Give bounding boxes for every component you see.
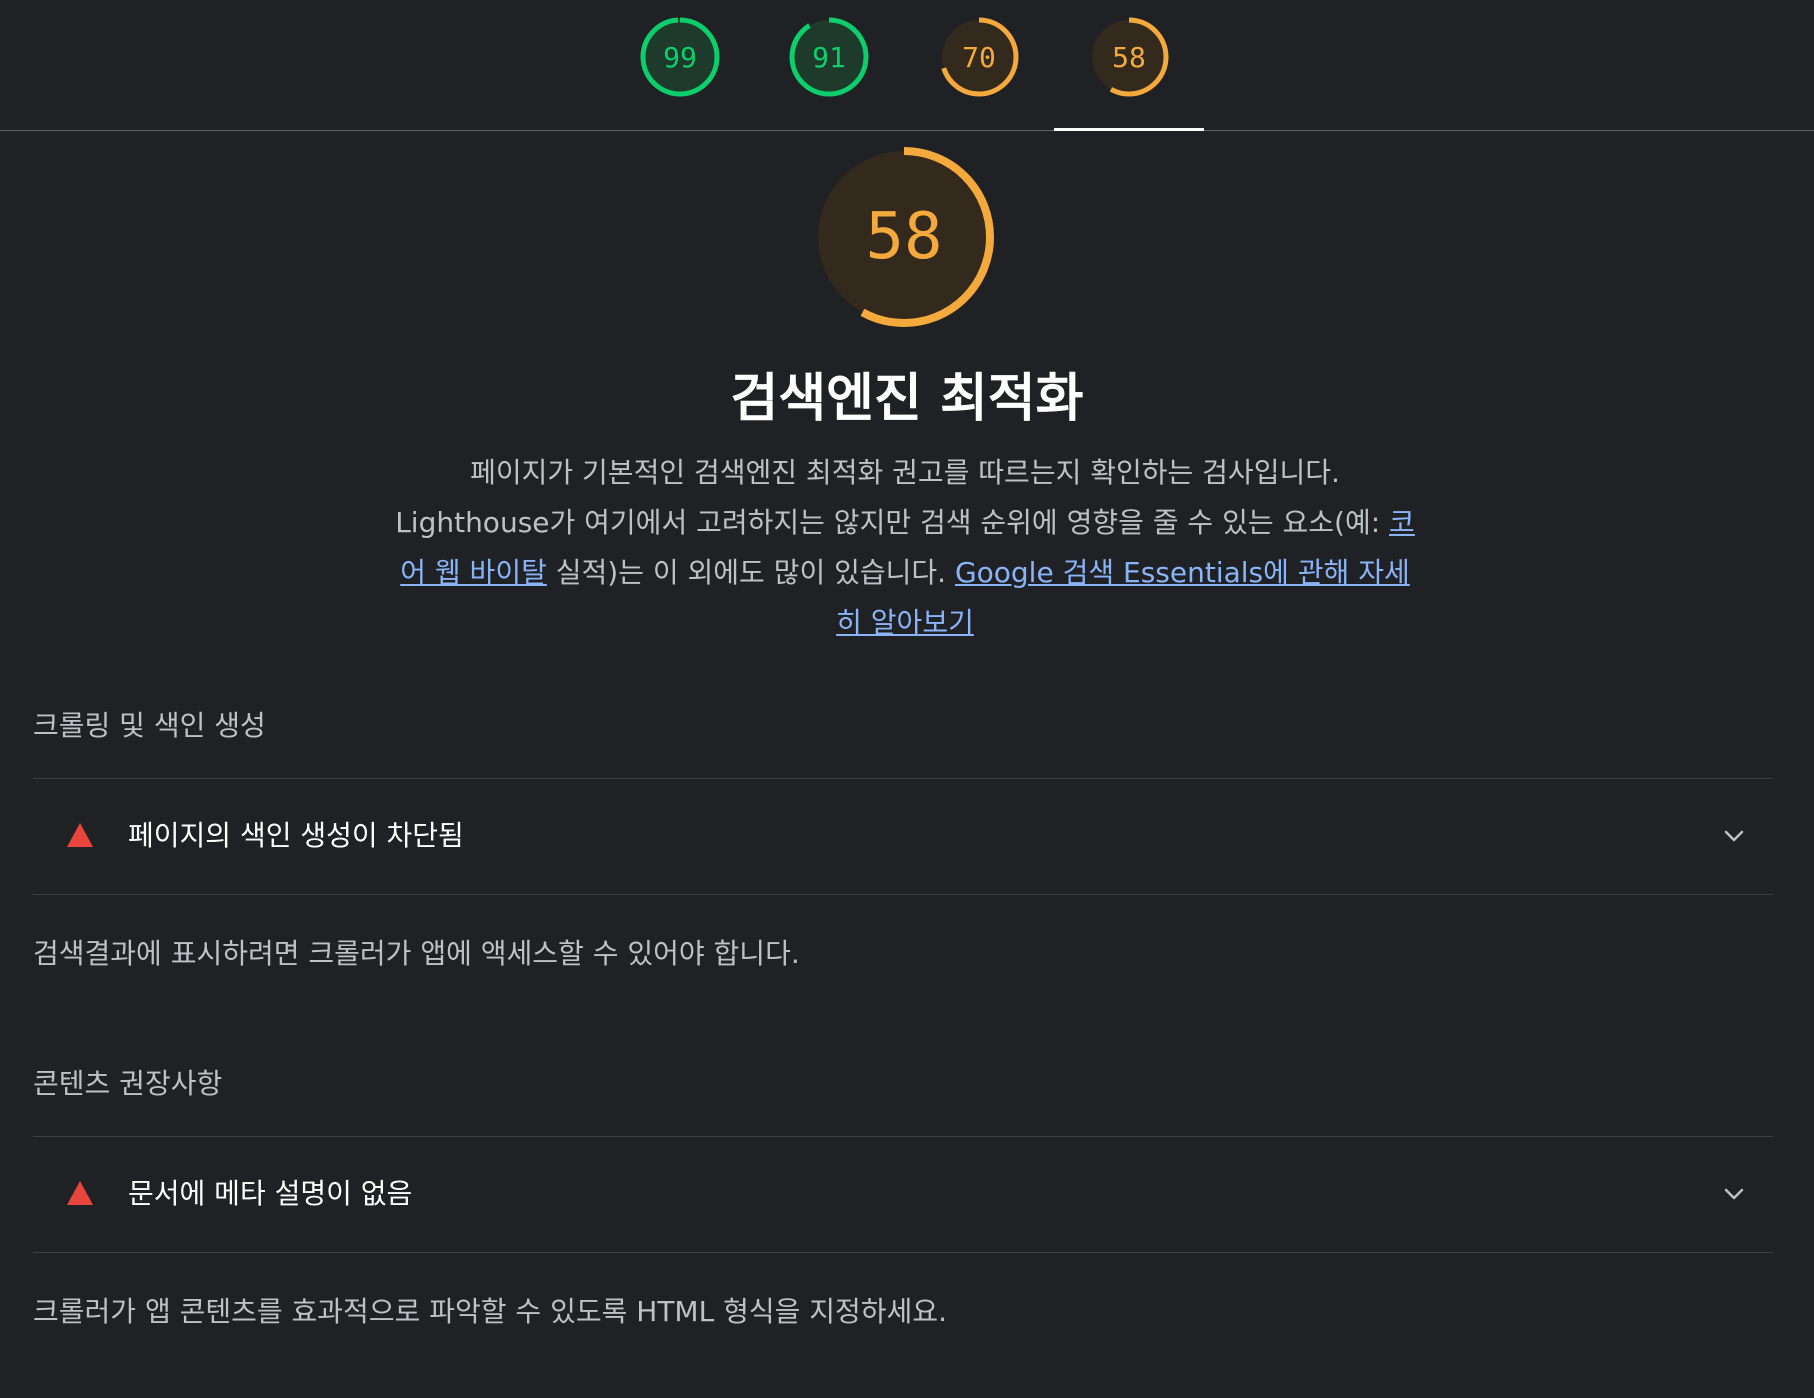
tab-accessibility-gauge[interactable]: 91 <box>789 17 869 97</box>
tab-performance-gauge[interactable]: 99 <box>640 17 720 97</box>
tab-seo-gauge[interactable]: 58 <box>1089 17 1169 97</box>
fail-triangle-icon <box>67 823 93 847</box>
group-title-content: 콘텐츠 권장사항 <box>33 1067 223 1100</box>
tab-score: 58 <box>1112 40 1146 74</box>
tab-score: 91 <box>812 40 846 74</box>
audit-row-meta-description[interactable]: 문서에 메타 설명이 없음 <box>33 1137 1773 1251</box>
group-description: 크롤러가 앱 콘텐츠를 효과적으로 파악할 수 있도록 HTML 형식을 지정하… <box>33 1295 947 1328</box>
category-description: 페이지가 기본적인 검색엔진 최적화 권고를 따르는지 확인하는 검사입니다. … <box>395 448 1415 648</box>
category-score: 58 <box>865 200 943 274</box>
category-title: 검색엔진 최적화 <box>730 369 1084 429</box>
tab-score: 99 <box>663 40 697 74</box>
tab-best-practices-gauge[interactable]: 70 <box>939 17 1019 97</box>
chevron-down-icon[interactable] <box>1723 1183 1745 1205</box>
audit-title: 문서에 메타 설명이 없음 <box>128 1177 413 1210</box>
divider <box>33 894 1773 895</box>
category-score-gauge: 58 <box>812 145 996 329</box>
audit-title: 페이지의 색인 생성이 차단됨 <box>128 819 464 852</box>
group-title-crawling: 크롤링 및 색인 생성 <box>33 709 266 742</box>
group-description: 검색결과에 표시하려면 크롤러가 앱에 액세스할 수 있어야 합니다. <box>33 937 800 970</box>
audit-row-is-crawlable[interactable]: 페이지의 색인 생성이 차단됨 <box>33 779 1773 893</box>
description-text: 실적)는 이 외에도 많이 있습니다. <box>546 556 955 589</box>
divider <box>33 1252 1773 1253</box>
fail-triangle-icon <box>67 1181 93 1205</box>
tab-score: 70 <box>962 40 996 74</box>
description-text: 페이지가 기본적인 검색엔진 최적화 권고를 따르는지 확인하는 검사입니다. … <box>395 456 1390 539</box>
selected-tab-indicator <box>1054 128 1204 131</box>
category-tabs-bar: 99 91 70 58 <box>0 0 1814 131</box>
chevron-down-icon[interactable] <box>1723 825 1745 847</box>
